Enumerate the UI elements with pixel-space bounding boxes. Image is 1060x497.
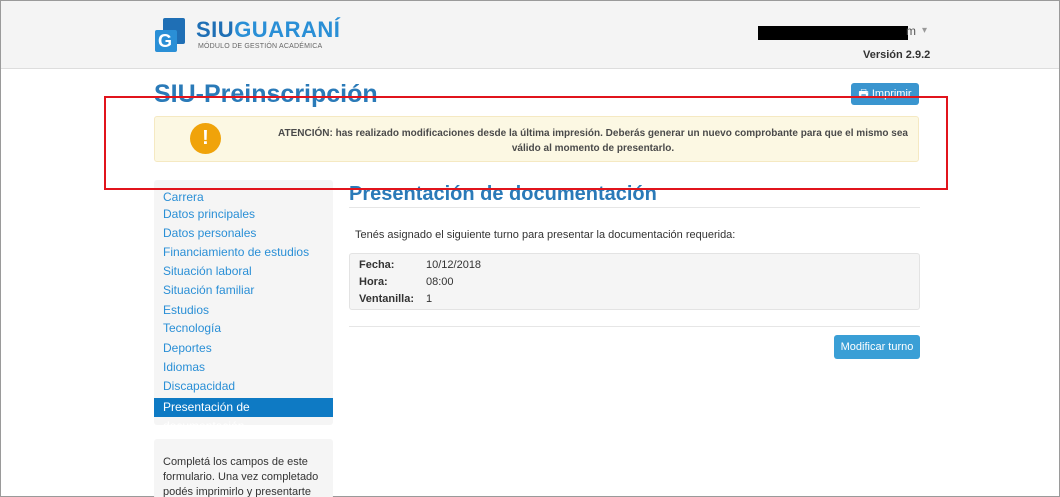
fecha-label: Fecha:: [359, 259, 395, 271]
logo-accent: GUARANÍ: [234, 17, 341, 42]
fecha-value: 10/12/2018: [426, 259, 482, 271]
content-divider: [349, 326, 920, 327]
sidebar-nav: Carrera Datos principales Datos personal…: [154, 180, 333, 433]
sidebar-item-situacion-familiar[interactable]: Situación familiar: [154, 281, 333, 300]
sidebar-item-discapacidad[interactable]: Discapacidad: [154, 377, 333, 396]
chevron-down-icon[interactable]: ▾: [922, 25, 927, 36]
top-header: G SIUGUARANÍ MÓDULO DE GESTIÓN ACADÉMICA…: [1, 1, 1059, 69]
annotation-highlight-box: [104, 96, 948, 190]
version-label: Versión 2.9.2: [863, 49, 931, 61]
siu-guarani-logo-icon[interactable]: G: [155, 18, 189, 52]
user-name-redaction[interactable]: [758, 26, 908, 40]
sidebar-item-deportes[interactable]: Deportes: [154, 339, 333, 358]
turno-details: Fecha: 10/12/2018 Hora: 08:00 Ventanilla…: [349, 253, 920, 310]
hora-value: 08:00: [426, 276, 454, 288]
ventanilla-label: Ventanilla:: [359, 293, 415, 305]
sidebar-item-tecnologia[interactable]: Tecnología: [154, 319, 333, 338]
logo-main: SIU: [196, 17, 235, 42]
modify-turno-button[interactable]: Modificar turno: [834, 335, 920, 359]
user-name-suffix[interactable]: m: [906, 24, 916, 38]
sidebar-item-situacion-laboral[interactable]: Situación laboral: [154, 262, 333, 281]
sidebar-item-idiomas[interactable]: Idiomas: [154, 358, 333, 377]
sidebar-item-datos-personales[interactable]: Datos personales: [154, 224, 333, 243]
sidebar-item-presentacion-documentacion[interactable]: Presentación de documentación: [154, 398, 333, 433]
logo-text[interactable]: SIUGUARANÍ: [196, 17, 340, 43]
hora-label: Hora:: [359, 276, 388, 288]
section-divider: [349, 207, 920, 208]
help-text: Completá los campos de este formulario. …: [154, 439, 333, 497]
logo-subtitle: MÓDULO DE GESTIÓN ACADÉMICA: [198, 43, 323, 50]
sidebar-item-estudios[interactable]: Estudios: [154, 301, 333, 320]
logo-letter: G: [158, 31, 173, 51]
ventanilla-value: 1: [426, 293, 433, 305]
sidebar-item-datos-principales[interactable]: Datos principales: [154, 205, 333, 224]
intro-text: Tenés asignado el siguiente turno para p…: [355, 229, 736, 241]
sidebar-item-financiamiento[interactable]: Financiamiento de estudios: [154, 243, 333, 262]
